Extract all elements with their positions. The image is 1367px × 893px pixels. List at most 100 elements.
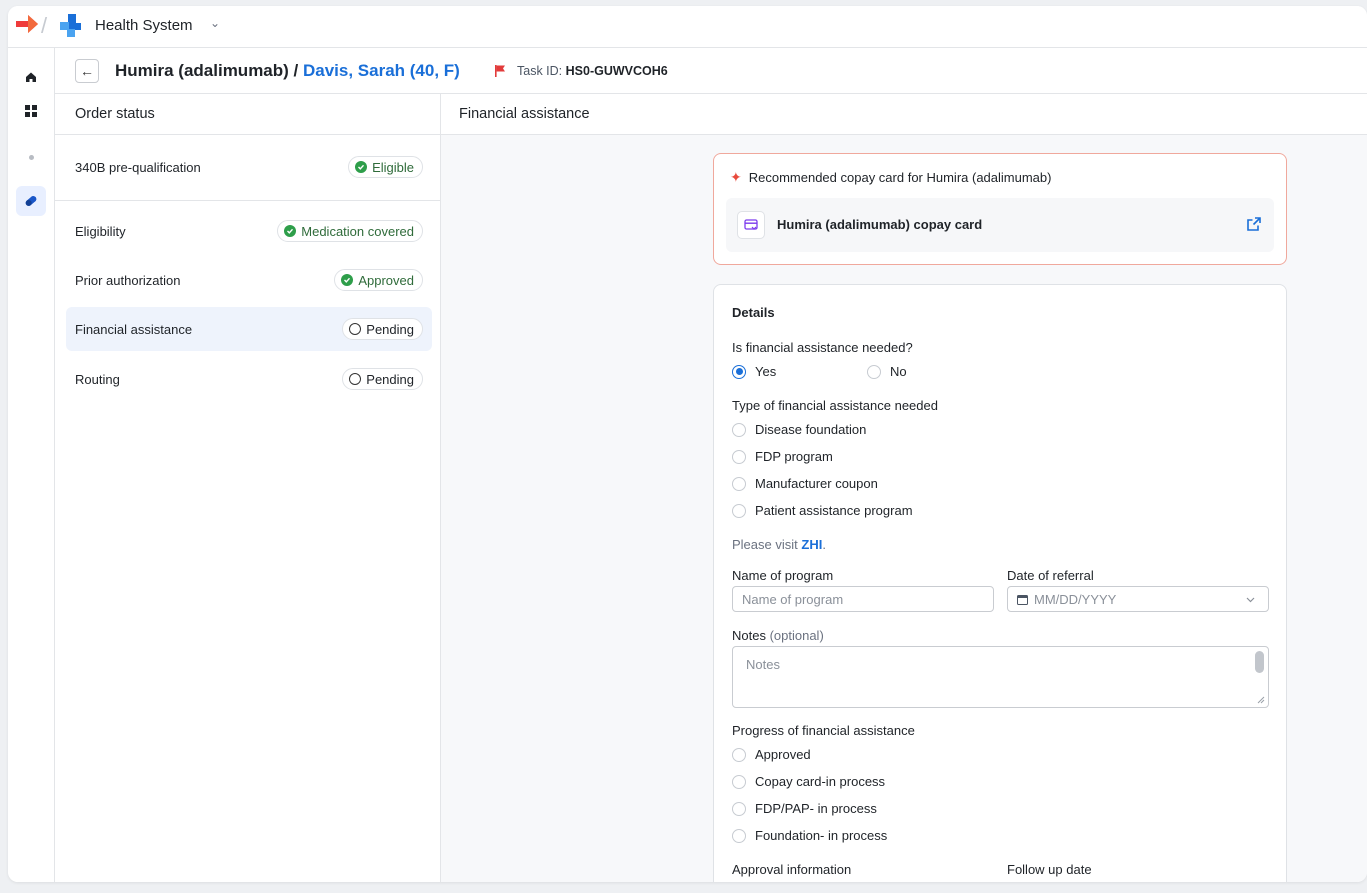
radio-selected-icon (732, 364, 746, 379)
referral-date-picker[interactable]: MM/DD/YYYY (1007, 586, 1269, 612)
visit-prefix: Please visit (732, 537, 802, 552)
radio-empty-icon (732, 801, 746, 816)
notes-label-text: Notes (732, 628, 766, 643)
radio-label: FDP/PAP- in process (755, 801, 877, 816)
status-label: Routing (75, 371, 120, 387)
task-id-prefix: Task ID: (517, 64, 566, 78)
task-id-value: HS0-GUWVCOH6 (565, 64, 668, 78)
financial-assistance-title: Financial assistance (441, 94, 1367, 135)
approval-info-label: Approval information (732, 862, 852, 877)
top-bar: / Health System ⌄ (8, 6, 1367, 48)
visit-hint: Please visit ZHI. (732, 537, 826, 552)
radio-no[interactable]: No (867, 364, 907, 379)
notes-textarea[interactable]: Notes (732, 646, 1269, 708)
radio-empty-icon (732, 774, 746, 789)
check-circle-icon (341, 274, 354, 286)
optional-hint: (optional) (765, 628, 824, 643)
status-row-routing[interactable]: Routing Pending (66, 357, 432, 401)
recommended-text: Recommended copay card for Humira (adali… (748, 170, 1052, 185)
radio-progress-fdp-pap[interactable]: FDP/PAP- in process (732, 801, 877, 816)
divider (55, 200, 441, 201)
title-separator: / (288, 61, 303, 80)
radio-disease-foundation[interactable]: Disease foundation (732, 422, 866, 437)
home-icon[interactable] (16, 62, 46, 92)
back-button[interactable]: ← (75, 59, 99, 83)
recommended-copay-card: ✦ Recommended copay card for Humira (ada… (713, 153, 1287, 265)
status-label: Prior authorization (75, 272, 181, 288)
arrow-left-icon: ← (80, 63, 94, 79)
task-id-label: Task ID: HS0-GUWVCOH6 (517, 64, 668, 78)
page-title: Humira (adalimumab) / Davis, Sarah (40, … (115, 61, 460, 81)
status-label: Financial assistance (75, 321, 193, 337)
assistance-type-label: Type of financial assistance needed (732, 398, 938, 413)
status-badge: Medication covered (277, 220, 423, 242)
status-row-eligibility[interactable]: Eligibility Medication covered (66, 209, 432, 253)
status-text: Approved (358, 272, 414, 288)
check-circle-icon (355, 161, 368, 173)
circle-icon (349, 323, 362, 335)
radio-patient-assistance[interactable]: Patient assistance program (732, 503, 913, 518)
radio-empty-icon (732, 449, 746, 464)
radio-manufacturer-coupon[interactable]: Manufacturer coupon (732, 476, 878, 491)
details-card: Details Is financial assistance needed? … (713, 284, 1287, 882)
grid-icon[interactable] (16, 96, 46, 126)
circle-icon (349, 373, 362, 385)
status-badge: Pending (342, 318, 423, 340)
radio-empty-icon (732, 503, 746, 518)
copay-card-name: Humira (adalimumab) copay card (777, 217, 983, 232)
radio-progress-foundation[interactable]: Foundation- in process (732, 828, 887, 843)
chevron-down-icon (1246, 597, 1255, 603)
status-badge: Eligible (348, 156, 423, 178)
dot-icon[interactable] (16, 142, 46, 172)
pill-icon[interactable] (16, 186, 46, 216)
status-label: Eligibility (75, 223, 126, 239)
radio-empty-icon (867, 364, 881, 379)
radio-fdp-program[interactable]: FDP program (732, 449, 833, 464)
radio-empty-icon (732, 476, 746, 491)
copay-card-item[interactable]: Humira (adalimumab) copay card (726, 198, 1274, 252)
drug-name: Humira (adalimumab) (115, 61, 289, 80)
radio-label: Approved (755, 747, 811, 762)
radio-label: FDP program (755, 449, 833, 464)
patient-link[interactable]: Davis, Sarah (40, F) (303, 61, 460, 80)
radio-label: No (890, 364, 907, 379)
order-status-title: Order status (55, 94, 440, 135)
radio-label: Copay card-in process (755, 774, 886, 789)
details-heading: Details (732, 305, 775, 320)
status-row-340b[interactable]: 340B pre-qualification Eligible (66, 145, 432, 189)
radio-progress-copay[interactable]: Copay card-in process (732, 774, 885, 789)
flag-icon[interactable] (493, 64, 507, 78)
visit-suffix: . (822, 537, 826, 552)
program-name-input[interactable]: Name of program (732, 586, 994, 612)
radio-yes[interactable]: Yes (732, 364, 776, 379)
health-system-logo (60, 14, 81, 37)
check-circle-icon (284, 225, 297, 237)
recommended-title: ✦ Recommended copay card for Humira (ada… (730, 169, 1051, 186)
org-switcher-label[interactable]: Health System (95, 17, 193, 34)
chevron-down-icon[interactable]: ⌄ (210, 16, 220, 30)
radio-label: Disease foundation (755, 422, 867, 437)
status-label: 340B pre-qualification (75, 159, 201, 175)
input-placeholder: MM/DD/YYYY (1034, 591, 1117, 607)
sparkle-icon: ✦ (730, 169, 742, 185)
external-link-icon[interactable] (1246, 216, 1262, 232)
follow-up-date-label: Follow up date (1007, 862, 1092, 877)
zhi-link[interactable]: ZHI (801, 537, 822, 552)
resize-handle-icon[interactable] (1257, 696, 1265, 704)
brand-separator: / (41, 13, 48, 38)
status-text: Pending (366, 321, 414, 337)
order-status-panel: Order status 340B pre-qualification Elig… (55, 94, 441, 882)
calendar-icon (1017, 594, 1028, 605)
scrollbar[interactable] (1255, 651, 1264, 673)
assistance-needed-question: Is financial assistance needed? (732, 340, 913, 355)
status-row-prior-auth[interactable]: Prior authorization Approved (66, 258, 432, 302)
status-row-financial[interactable]: Financial assistance Pending (66, 307, 432, 351)
app-window: / Health System ⌄ ← Humira (adalimumab) … (8, 6, 1367, 882)
credit-card-icon (737, 211, 765, 239)
status-text: Eligible (372, 159, 414, 175)
radio-label: Manufacturer coupon (755, 476, 878, 491)
radio-label: Foundation- in process (755, 828, 888, 843)
radio-progress-approved[interactable]: Approved (732, 747, 811, 762)
referral-date-label: Date of referral (1007, 568, 1094, 583)
input-placeholder: Name of program (742, 591, 844, 607)
